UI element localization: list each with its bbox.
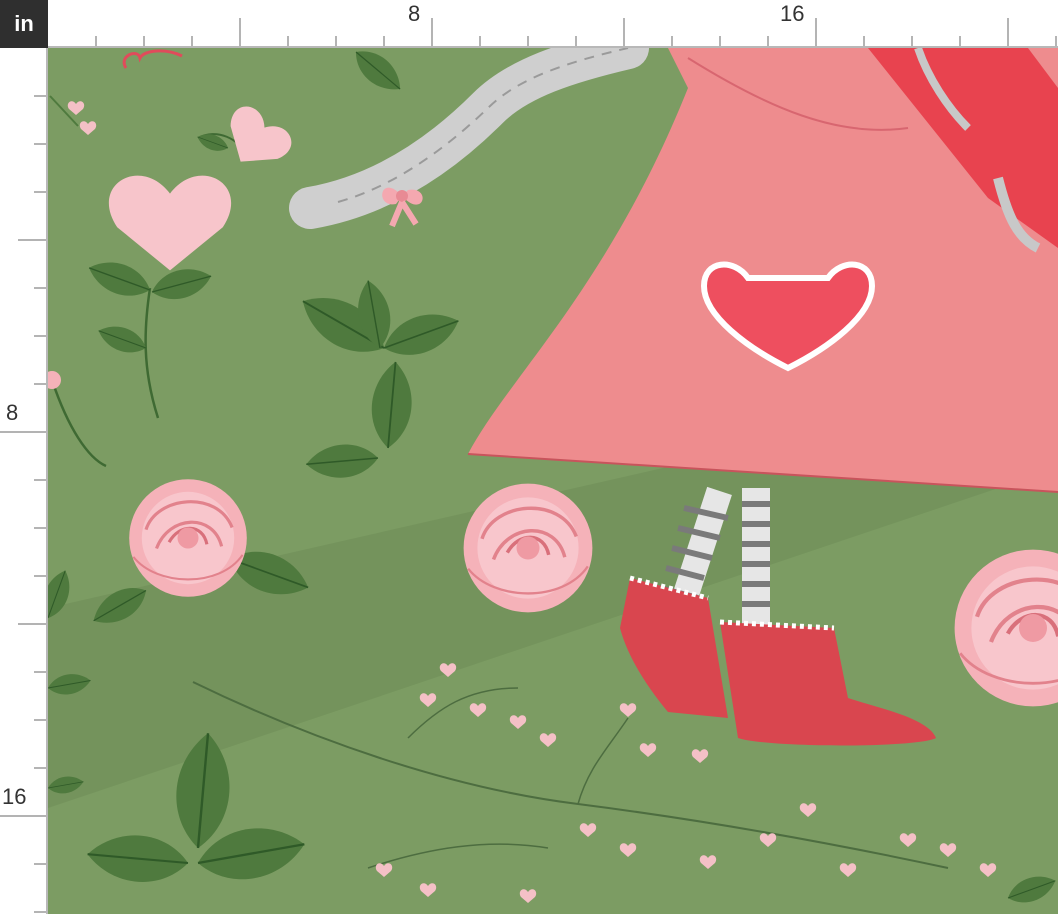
fabric-artwork — [48, 48, 1058, 910]
ruler-unit-label[interactable]: in — [0, 0, 48, 48]
dress-icon — [467, 48, 1058, 493]
braid-icon — [289, 48, 649, 229]
horizontal-ruler-ticks — [95, 18, 1057, 46]
bow-icon — [382, 187, 423, 228]
fabric-preview-canvas[interactable] — [48, 48, 1058, 914]
small-heart-sprig-icon — [49, 95, 97, 135]
rose-icon — [461, 481, 595, 615]
leaf-cluster-icon — [291, 277, 466, 482]
ruler-label-h-16: 16 — [780, 1, 805, 26]
leaf-icon — [346, 48, 410, 100]
heart-plant-icon — [83, 100, 298, 419]
stem-icon — [50, 379, 107, 468]
boot-icon — [620, 575, 936, 746]
ruler-label-v-16: 16 — [2, 784, 27, 809]
horizontal-ruler: 8 16 — [48, 0, 1058, 48]
vertical-ruler: 8 16 — [0, 48, 48, 914]
ribbon-icon — [122, 49, 183, 69]
leaf-icon — [1003, 869, 1058, 910]
heart-icon — [108, 175, 232, 271]
ruler-label-v-8: 8 — [6, 400, 19, 425]
rosebud-icon — [48, 371, 61, 389]
rose-icon — [955, 550, 1058, 707]
ruler-label-h-8: 8 — [408, 1, 421, 26]
